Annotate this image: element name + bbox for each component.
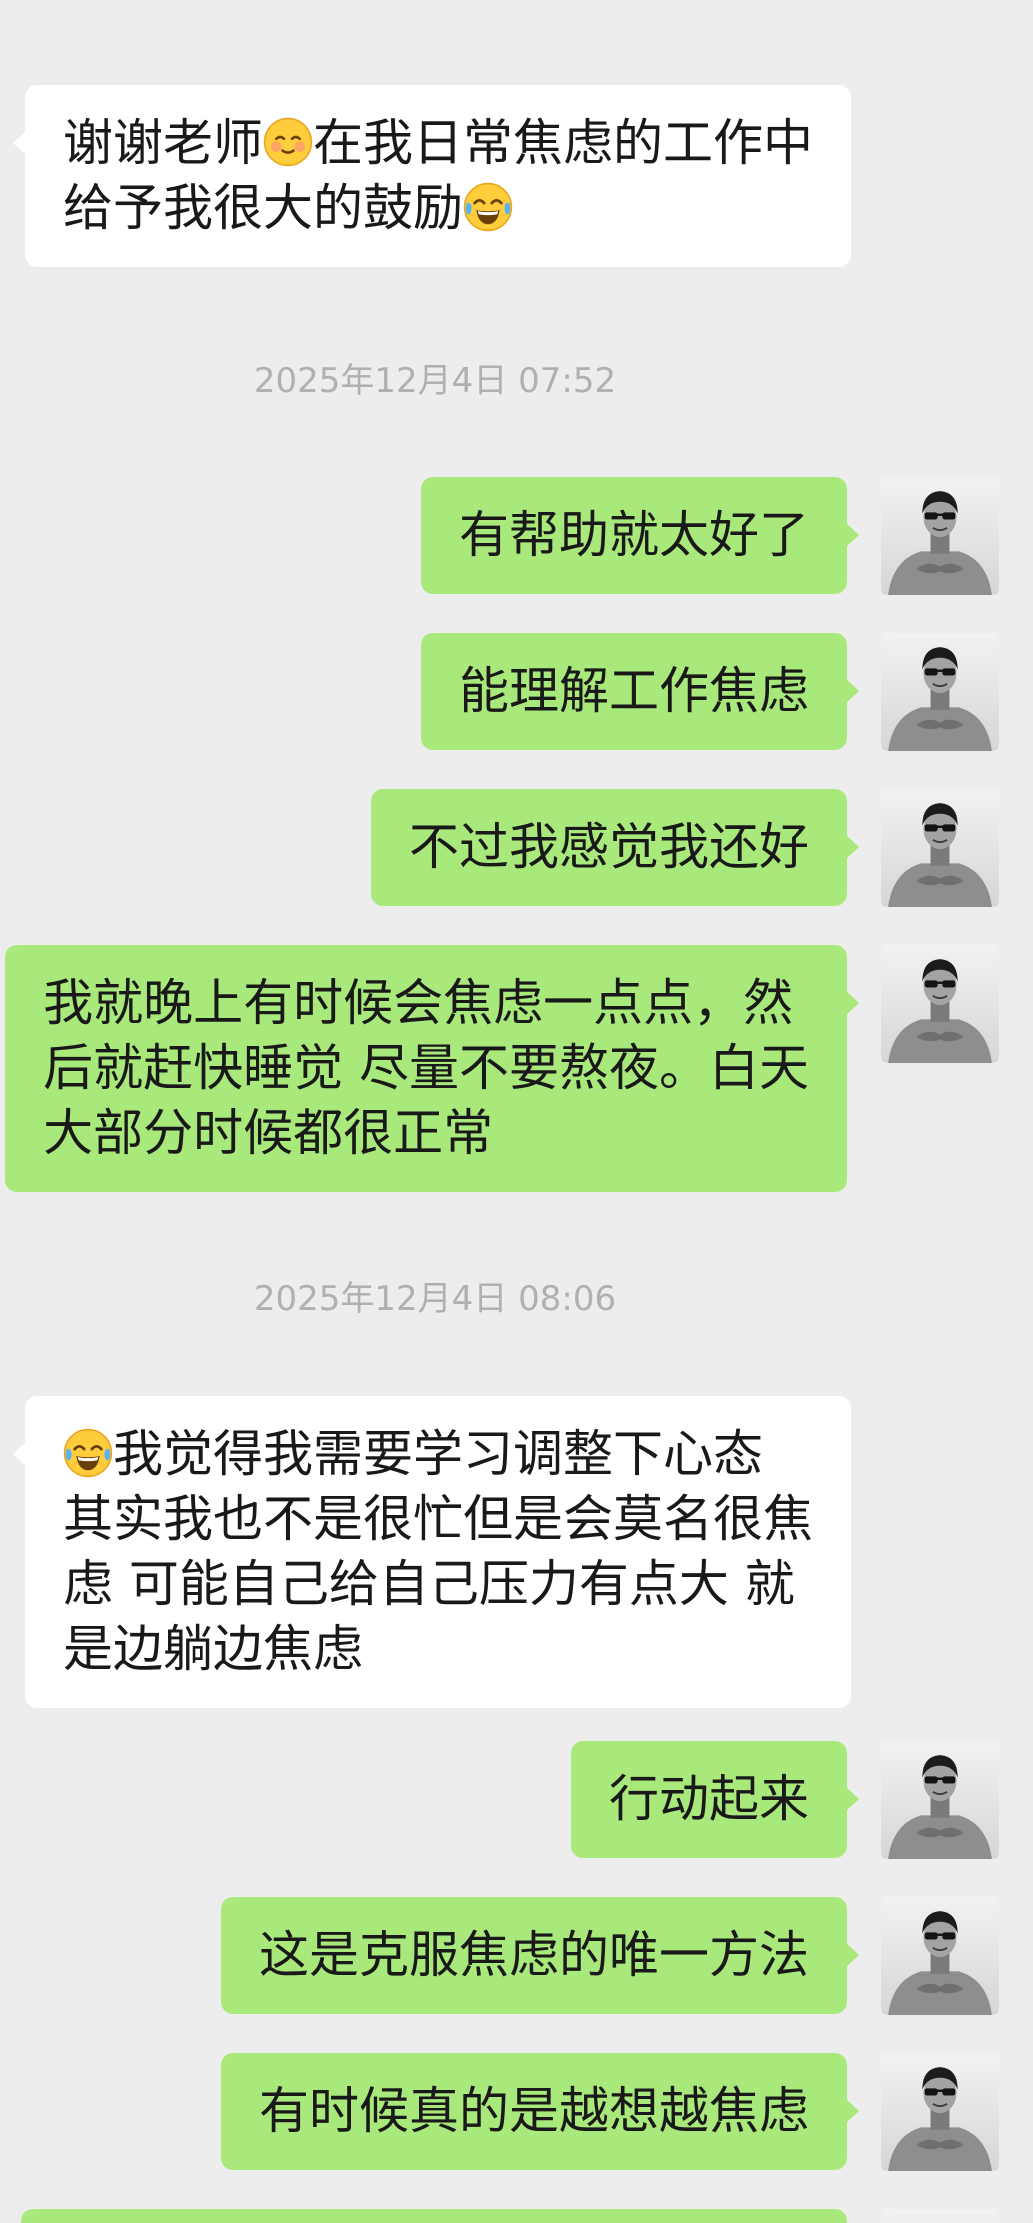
message-row: 有帮助就太好了 (421, 477, 999, 595)
message-line: 大部分时候都很正常 (43, 1104, 494, 1162)
sent-message-bubble[interactable]: 不过我感觉我还好 (371, 789, 859, 906)
message-row: 这是克服焦虑的唯一方法 (221, 1897, 999, 2015)
sent-message-bubble[interactable]: 我就晚上有时候会焦虑一点点，然 后就赶快睡觉 尽量不要熬夜。白天 大部分时候都很… (5, 945, 859, 1192)
profile-photo-icon (881, 789, 999, 907)
avatar[interactable] (881, 1897, 999, 2015)
avatar[interactable] (881, 1741, 999, 1859)
avatar[interactable] (881, 945, 999, 1063)
message-row (21, 2209, 999, 2223)
message-line: 能理解工作焦虑 (459, 662, 809, 720)
message-line: 后就赶快睡觉 尽量不要熬夜。白天 (43, 1039, 809, 1097)
profile-photo-icon (881, 1897, 999, 2015)
avatar[interactable] (881, 2053, 999, 2171)
message-text: 给予我很大的鼓励 (63, 179, 463, 237)
message-line: 是边躺边焦虑 (63, 1620, 363, 1678)
timestamp: 2025年12月4日 08:06 (253, 1279, 617, 1319)
message-line: 我觉得我需要学习调整下心态 (63, 1422, 813, 1487)
profile-photo-icon (881, 2053, 999, 2171)
avatar[interactable] (881, 477, 999, 595)
tears-of-joy-icon (63, 1428, 113, 1478)
sent-message-bubble[interactable] (21, 2209, 847, 2223)
avatar[interactable] (881, 2209, 999, 2223)
message-row: 我觉得我需要学习调整下心态 其实我也不是很忙但是会莫名很焦 虑 可能自己给自己压… (13, 1396, 851, 1708)
message-row: 我就晚上有时候会焦虑一点点，然 后就赶快睡觉 尽量不要熬夜。白天 大部分时候都很… (5, 945, 999, 1192)
message-line: 谢谢老师 在我日常焦虑的工作中 (63, 111, 813, 176)
smiling-face-icon (263, 117, 313, 167)
message-line: 有帮助就太好了 (459, 506, 809, 564)
sent-message-bubble[interactable]: 行动起来 (571, 1741, 859, 1858)
message-line: 我就晚上有时候会焦虑一点点，然 (43, 974, 794, 1032)
profile-photo-icon (881, 2209, 999, 2223)
message-line: 这是克服焦虑的唯一方法 (259, 1926, 809, 1984)
received-message-bubble[interactable]: 谢谢老师 在我日常焦虑的工作中 给予我很大的鼓励 (13, 85, 851, 267)
sent-message-bubble[interactable]: 有时候真的是越想越焦虑 (221, 2053, 859, 2170)
sent-message-bubble[interactable]: 有帮助就太好了 (421, 477, 859, 594)
avatar[interactable] (881, 633, 999, 751)
message-row: 能理解工作焦虑 (421, 633, 999, 751)
message-row: 不过我感觉我还好 (371, 789, 999, 907)
message-line: 其实我也不是很忙但是会莫名很焦 (63, 1490, 813, 1548)
tears-of-joy-icon (463, 182, 513, 232)
timestamp: 2025年12月4日 07:52 (253, 361, 617, 401)
received-message-bubble[interactable]: 我觉得我需要学习调整下心态 其实我也不是很忙但是会莫名很焦 虑 可能自己给自己压… (13, 1396, 851, 1708)
sent-message-bubble[interactable]: 能理解工作焦虑 (421, 633, 859, 750)
message-line: 给予我很大的鼓励 (63, 176, 813, 241)
message-line: 不过我感觉我还好 (409, 818, 809, 876)
profile-photo-icon (881, 945, 999, 1063)
message-row: 谢谢老师 在我日常焦虑的工作中 给予我很大的鼓励 (13, 85, 851, 267)
profile-photo-icon (881, 1741, 999, 1859)
message-line: 虑 可能自己给自己压力有点大 就 (63, 1555, 795, 1613)
profile-photo-icon (881, 633, 999, 751)
message-line: 行动起来 (609, 1770, 809, 1828)
message-row: 有时候真的是越想越焦虑 (221, 2053, 999, 2171)
message-text: 我觉得我需要学习调整下心态 (113, 1425, 763, 1483)
message-line: 有时候真的是越想越焦虑 (259, 2082, 809, 2140)
sent-message-bubble[interactable]: 这是克服焦虑的唯一方法 (221, 1897, 859, 2014)
message-row: 行动起来 (571, 1741, 999, 1859)
message-text: 谢谢老师 (63, 114, 263, 172)
chat-history[interactable]: 谢谢老师 在我日常焦虑的工作中 给予我很大的鼓励 2025年12月4日 07:52… (0, 0, 1033, 2223)
message-text: 在我日常焦虑的工作中 (313, 114, 813, 172)
avatar[interactable] (881, 789, 999, 907)
profile-photo-icon (881, 477, 999, 595)
